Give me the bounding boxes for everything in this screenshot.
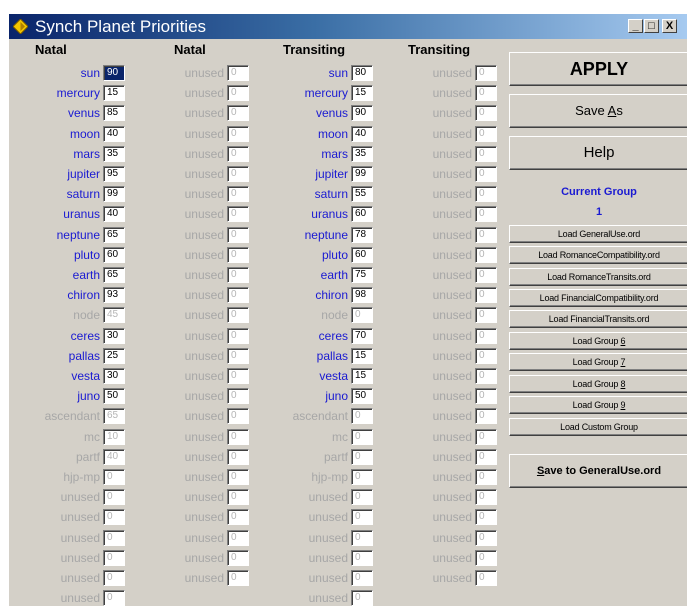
- synch-planet-priorities-window: Synch Planet Priorities _ □ X Natal Nata…: [8, 13, 687, 606]
- load-label: Load Group: [572, 400, 621, 410]
- load-label: Load RomanceCompatibility.ord: [538, 250, 660, 260]
- transiting-secondary-value-field[interactable]: 0: [475, 105, 497, 121]
- apply-button[interactable]: APPLY: [509, 52, 687, 86]
- transiting-secondary-value-field[interactable]: 0: [475, 429, 497, 445]
- diamond-app-icon: [13, 19, 28, 34]
- load-group-button[interactable]: Load Group 6: [509, 332, 687, 350]
- save-as-button[interactable]: Save As: [509, 94, 687, 128]
- transiting-secondary-label: unused: [432, 106, 472, 120]
- transiting-secondary-value-field[interactable]: 0: [475, 85, 497, 101]
- load-label: Load Custom Group: [560, 422, 638, 432]
- transiting-secondary-label: unused: [432, 369, 472, 383]
- close-button[interactable]: X: [662, 19, 677, 33]
- transiting-secondary-label: unused: [432, 187, 472, 201]
- load-group-button[interactable]: Load Custom Group: [509, 418, 687, 436]
- load-label-accel: 6: [620, 336, 626, 346]
- load-label: Load FinancialTransits.ord: [548, 314, 650, 324]
- header-natal-2: Natal: [174, 42, 206, 57]
- save-as-label-post: s: [616, 103, 623, 118]
- load-group-button[interactable]: Load RomanceCompatibility.ord: [509, 246, 687, 264]
- load-group-button[interactable]: Load Group 8: [509, 375, 687, 393]
- transiting-secondary-label: unused: [432, 490, 472, 504]
- transiting-secondary-value-field[interactable]: 0: [475, 449, 497, 465]
- transiting-secondary-label: unused: [432, 430, 472, 444]
- transiting-secondary-value-field[interactable]: 0: [475, 509, 497, 525]
- transiting-secondary-label: unused: [432, 510, 472, 524]
- transiting-secondary-label: unused: [432, 66, 472, 80]
- transiting-secondary-value-field[interactable]: 0: [475, 570, 497, 586]
- transiting-secondary-value-field[interactable]: 0: [475, 530, 497, 546]
- header-natal-1: Natal: [35, 42, 67, 57]
- load-label: Load GeneralUse.ord: [557, 229, 641, 239]
- window-title: Synch Planet Priorities: [35, 17, 207, 36]
- transiting-secondary-value-field[interactable]: 0: [475, 328, 497, 344]
- load-label-accel: 8: [620, 379, 626, 389]
- transiting-primary-value-field[interactable]: 0: [351, 590, 373, 606]
- transiting-secondary-label: unused: [432, 147, 472, 161]
- transiting-secondary-value-field[interactable]: 0: [475, 166, 497, 182]
- transiting-secondary-label: unused: [432, 127, 472, 141]
- maximize-button[interactable]: □: [644, 19, 659, 33]
- transiting-secondary-value-field[interactable]: 0: [475, 206, 497, 222]
- transiting-secondary-label: unused: [432, 450, 472, 464]
- current-group-label: Current Group: [561, 186, 637, 198]
- help-button[interactable]: Help: [509, 136, 687, 170]
- transiting-secondary-label: unused: [432, 167, 472, 181]
- transiting-secondary-value-field[interactable]: 0: [475, 287, 497, 303]
- save-to-generaluse-button[interactable]: Save to GeneralUse.ord: [509, 454, 687, 488]
- transiting-secondary-label: unused: [432, 470, 472, 484]
- transiting-secondary-label: unused: [432, 248, 472, 262]
- load-group-button[interactable]: Load RomanceTransits.ord: [509, 268, 687, 286]
- transiting-secondary-label: unused: [432, 86, 472, 100]
- load-group-button[interactable]: Load Group 9: [509, 396, 687, 414]
- transiting-secondary-label: unused: [432, 268, 472, 282]
- transiting-secondary-value-field[interactable]: 0: [475, 146, 497, 162]
- transiting-secondary-label: unused: [432, 551, 472, 565]
- minimize-button[interactable]: _: [628, 19, 643, 33]
- load-label: Load Group: [572, 357, 621, 367]
- load-group-button[interactable]: Load GeneralUse.ord: [509, 225, 687, 243]
- transiting-secondary-value-field[interactable]: 0: [475, 550, 497, 566]
- load-group-button[interactable]: Load FinancialTransits.ord: [509, 310, 687, 328]
- load-group-button[interactable]: Load FinancialCompatibility.ord: [509, 289, 687, 307]
- current-group-value: 1: [595, 206, 603, 218]
- transiting-secondary-value-field[interactable]: 0: [475, 186, 497, 202]
- transiting-secondary-value-field[interactable]: 0: [475, 247, 497, 263]
- transiting-secondary-value-field[interactable]: 0: [475, 388, 497, 404]
- title-bar: Synch Planet Priorities _ □ X: [9, 14, 687, 39]
- transiting-secondary-label: unused: [432, 308, 472, 322]
- load-label: Load Group: [572, 336, 621, 346]
- transiting-secondary-label: unused: [432, 389, 472, 403]
- transiting-secondary-label: unused: [432, 329, 472, 343]
- load-group-button[interactable]: Load Group 7: [509, 353, 687, 371]
- transiting-primary-label: unused: [308, 591, 348, 605]
- load-label-accel: 7: [620, 357, 626, 367]
- transiting-secondary-value-field[interactable]: 0: [475, 267, 497, 283]
- transiting-secondary-value-field[interactable]: 0: [475, 227, 497, 243]
- transiting-secondary-value-field[interactable]: 0: [475, 469, 497, 485]
- transiting-secondary-value-field[interactable]: 0: [475, 65, 497, 81]
- transiting-secondary-label: unused: [432, 349, 472, 363]
- transiting-secondary-value-field[interactable]: 0: [475, 408, 497, 424]
- transiting-secondary-label: unused: [432, 531, 472, 545]
- transiting-secondary-label: unused: [432, 571, 472, 585]
- load-label: Load FinancialCompatibility.ord: [539, 293, 659, 303]
- transiting-secondary-value-field[interactable]: 0: [475, 368, 497, 384]
- transiting-secondary-label: unused: [432, 288, 472, 302]
- transiting-secondary-value-field[interactable]: 0: [475, 307, 497, 323]
- load-label: Load RomanceTransits.ord: [547, 272, 651, 282]
- load-label: Load Group: [572, 379, 621, 389]
- transiting-secondary-label: unused: [432, 228, 472, 242]
- header-transiting-2: Transiting: [408, 42, 471, 57]
- transiting-secondary-value-field[interactable]: 0: [475, 126, 497, 142]
- transiting-secondary-label: unused: [432, 207, 472, 221]
- save-general-label-rest: ave to GeneralUse.ord: [544, 465, 662, 477]
- save-as-label-pre: Save: [575, 103, 608, 118]
- transiting-secondary-value-field[interactable]: 0: [475, 489, 497, 505]
- transiting-secondary-value-field[interactable]: 0: [475, 348, 497, 364]
- transiting-secondary-label: unused: [432, 409, 472, 423]
- header-transiting-1: Transiting: [283, 42, 346, 57]
- load-label-accel: 9: [620, 400, 626, 410]
